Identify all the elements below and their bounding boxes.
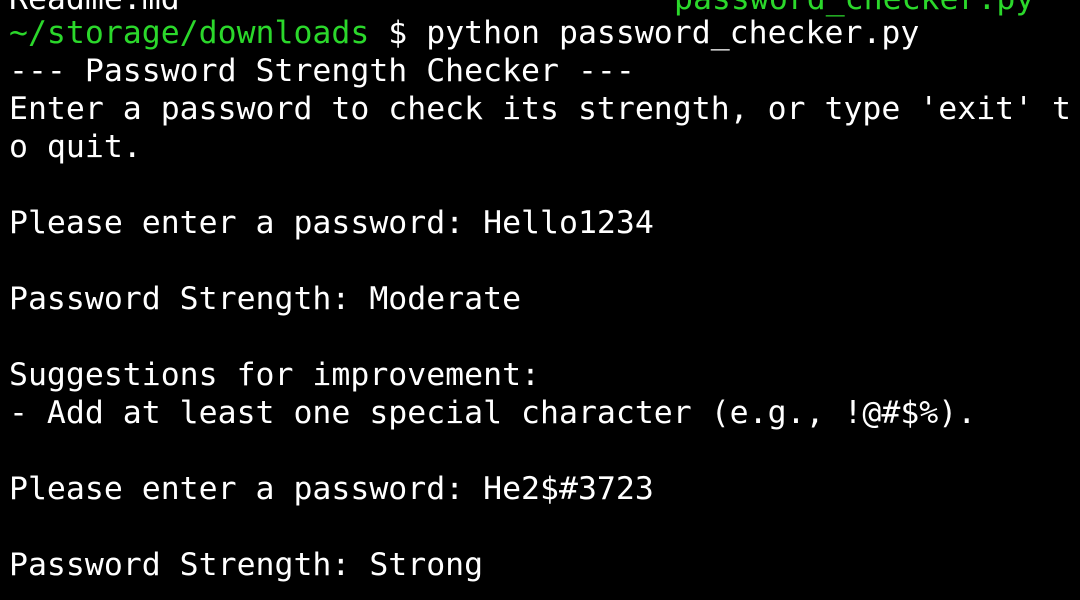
instructions-line-1: Enter a password to check its strength, … <box>9 91 1072 127</box>
suggestion-item: - Add at least one special character (e.… <box>9 395 977 431</box>
suggestions-header: Suggestions for improvement: <box>9 357 541 393</box>
prompt-symbol: $ <box>388 15 408 51</box>
prompt-command: python password_checker.py <box>426 15 920 51</box>
password-strength-1: Password Strength: Moderate <box>9 281 522 317</box>
command-prompt-line: ~/storage/downloads $ python password_ch… <box>9 14 919 52</box>
instructions-line-2: o quit. <box>9 129 142 165</box>
password-strength-2: Password Strength: Strong <box>9 547 484 583</box>
prompt-path: ~/storage/downloads <box>9 15 370 51</box>
program-header: --- Password Strength Checker --- <box>9 53 635 89</box>
terminal-window[interactable]: Readme.md password_checker.py ~/storage/… <box>0 0 1080 600</box>
password-entry-2: Please enter a password: He2$#3723 <box>9 471 654 507</box>
password-entry-1: Please enter a password: Hello1234 <box>9 205 654 241</box>
